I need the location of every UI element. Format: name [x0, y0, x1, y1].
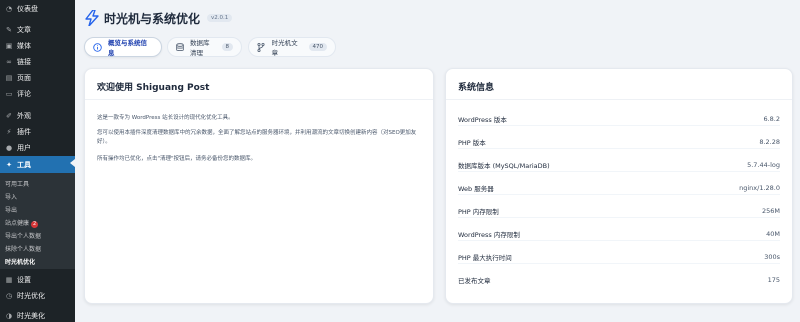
menu-item-dashboard[interactable]: ◔ 仪表盘: [0, 1, 75, 16]
system-info-row: 数据库版本 (MySQL/MariaDB) 5.7.44-log: [458, 158, 780, 172]
menu-item-pages[interactable]: ▤ 页面: [0, 70, 75, 85]
page-icon: ▤: [5, 73, 13, 82]
system-info-row: WordPress 版本 6.8.2: [458, 112, 780, 126]
tab-label: 数据库清理: [190, 39, 210, 57]
palette-icon: ◑: [5, 311, 13, 320]
database-icon: [176, 42, 184, 52]
notification-badge: 2: [31, 221, 39, 228]
menu-item-appearance[interactable]: ✐ 外观: [0, 108, 75, 123]
menu-item-users[interactable]: ● 用户: [0, 140, 75, 155]
row-label: PHP 内存限制: [458, 207, 499, 216]
user-icon: ●: [5, 143, 13, 152]
fork-icon: [257, 42, 266, 52]
menu-label: 评论: [17, 89, 31, 98]
menu-item-comments[interactable]: ▭ 评论: [0, 86, 75, 101]
row-label: PHP 最大执行时间: [458, 253, 512, 262]
system-info-row: WordPress 内存限制 40M: [458, 227, 780, 241]
menu-label: 设置: [17, 275, 31, 284]
row-value: nginx/1.28.0: [739, 183, 780, 192]
menu-label: 链接: [17, 57, 31, 66]
row-value: 175: [767, 276, 780, 284]
welcome-paragraph: 您可以使用本插件深度清理数据库中的冗余数据，全面了解您站点的服务器环境，并利用潮…: [97, 130, 417, 145]
settings-icon: ▦: [5, 275, 13, 284]
row-label: Web 服务器: [458, 184, 494, 193]
submenu-timemachine[interactable]: 时光机优化: [5, 257, 35, 266]
row-value: 256M: [761, 206, 780, 215]
row-label: WordPress 内存限制: [458, 230, 520, 239]
menu-label: 外观: [17, 111, 31, 120]
tab-label: 时光机文章: [271, 39, 298, 57]
menu-label: 媒体: [17, 41, 31, 50]
system-info-card: 系统信息 WordPress 版本 6.8.2 PHP 版本 8.2.28 数据…: [445, 68, 793, 304]
divider: [446, 99, 792, 100]
welcome-paragraph: 这是一款专为 WordPress 站长设计的现代化优化工具。: [97, 115, 234, 121]
welcome-paragraph: 所有操作均已优化，点击"清理"按钮后，请务必备份您的数据库。: [97, 156, 257, 162]
menu-label: 页面: [17, 73, 31, 82]
system-info-row: PHP 内存限制 256M: [458, 204, 780, 218]
welcome-title: 欢迎使用 Shiguang Post: [97, 83, 210, 93]
system-info-row: PHP 版本 8.2.28: [458, 135, 780, 149]
row-label: PHP 版本: [458, 138, 486, 147]
clock-icon: ◷: [5, 291, 13, 300]
submenu-export-personal-data[interactable]: 导出个人数据: [5, 231, 41, 240]
row-label: 数据库版本 (MySQL/MariaDB): [458, 161, 550, 170]
menu-label: 工具: [17, 160, 31, 169]
row-value: 8.2.28: [759, 137, 780, 146]
tab-overview[interactable]: 概览与系统信息: [84, 37, 162, 57]
submenu-erase-personal-data[interactable]: 抹除个人数据: [5, 244, 41, 253]
plugin-icon: ⚡: [6, 127, 12, 136]
menu-item-plugins[interactable]: ⚡ 插件: [0, 124, 75, 139]
wrench-icon: ✦: [6, 160, 12, 169]
submenu-site-health[interactable]: 站点健康 2: [5, 218, 39, 228]
menu-label: 时光美化: [17, 311, 45, 320]
system-info-title: 系统信息: [458, 83, 495, 93]
menu-label: 用户: [17, 143, 31, 152]
row-value: 40M: [766, 229, 780, 238]
menu-item-settings[interactable]: ▦ 设置: [0, 272, 75, 287]
tools-submenu: 可用工具 导入 导出 站点健康 2 导出个人数据 抹除个人数据 时光机优化: [0, 173, 75, 269]
submenu-import[interactable]: 导入: [5, 192, 17, 201]
system-info-row: Web 服务器 nginx/1.28.0: [458, 181, 780, 195]
brush-icon: ✐: [6, 111, 12, 120]
tab-label: 概览与系统信息: [108, 39, 147, 57]
lightning-icon: [85, 10, 99, 26]
system-info-row: 已发布文章 175: [458, 273, 780, 287]
comment-icon: ▭: [5, 89, 13, 98]
divider: [85, 99, 433, 100]
admin-sidebar: ◔ 仪表盘 ✎ 文章 ▣ 媒体 ∞ 链接 ▤ 页面 ▭ 评论 ✐ 外观 ⚡ 插件…: [0, 0, 75, 322]
active-indicator: [70, 159, 75, 167]
tab-count-badge: 470: [308, 43, 327, 51]
page-title: 时光机与系统优化: [104, 11, 201, 26]
menu-item-links[interactable]: ∞ 链接: [0, 54, 75, 69]
version-badge: v2.0.1: [207, 14, 233, 22]
row-label: 已发布文章: [458, 277, 491, 285]
submenu-export[interactable]: 导出: [5, 205, 17, 214]
tab-count-badge: 8: [221, 43, 233, 51]
info-icon: [93, 42, 102, 52]
menu-label: 文章: [17, 25, 31, 34]
menu-item-posts[interactable]: ✎ 文章: [0, 22, 75, 37]
menu-label: 插件: [17, 127, 31, 136]
row-value: 6.8.2: [763, 114, 780, 123]
menu-item-time-optimize[interactable]: ◷ 时光优化: [0, 288, 75, 303]
menu-label: 仪表盘: [17, 4, 38, 13]
tab-database-cleanup[interactable]: 数据库清理 8: [167, 37, 242, 57]
row-value: 5.7.44-log: [747, 160, 780, 169]
welcome-card: 欢迎使用 Shiguang Post 这是一款专为 WordPress 站长设计…: [84, 68, 434, 304]
system-info-row: PHP 最大执行时间 300s: [458, 250, 780, 264]
page-header: 时光机与系统优化 v2.0.1: [85, 9, 233, 27]
row-label: WordPress 版本: [458, 115, 507, 124]
media-icon: ▣: [5, 41, 13, 50]
submenu-label: 站点健康: [5, 220, 30, 227]
tab-timemachine-posts[interactable]: 时光机文章 470: [248, 37, 336, 57]
row-value: 300s: [764, 252, 780, 261]
link-icon: ∞: [6, 57, 12, 66]
pin-icon: ✎: [6, 25, 12, 34]
dashboard-icon: ◔: [5, 4, 13, 13]
menu-label: 时光优化: [17, 291, 45, 300]
menu-item-time-beautify[interactable]: ◑ 时光美化: [0, 308, 75, 322]
menu-item-media[interactable]: ▣ 媒体: [0, 38, 75, 53]
submenu-available-tools[interactable]: 可用工具: [5, 179, 29, 188]
menu-item-tools[interactable]: ✦ 工具: [0, 156, 75, 173]
